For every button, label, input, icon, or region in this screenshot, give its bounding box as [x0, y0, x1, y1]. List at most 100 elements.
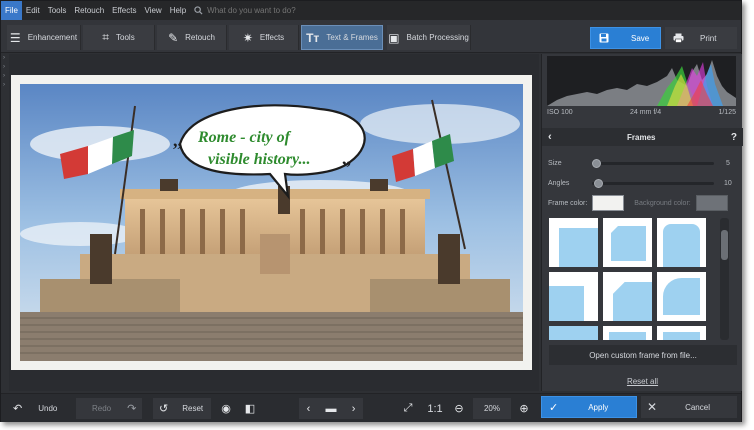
reset-all-link[interactable]: Reset all [542, 377, 743, 386]
zoom-in-button[interactable]: ⊕ [516, 398, 532, 419]
photo-frame: ,, ,, Rome - city of visible history... [11, 75, 532, 370]
apply-label: Apply [588, 402, 609, 412]
close-icon: ✕ [647, 400, 658, 414]
caption-line-2: visible history... [208, 151, 311, 168]
tab-retouch[interactable]: ✎ Retouch [157, 25, 227, 50]
caption-line-1: Rome - city of [197, 129, 292, 146]
tab-enhancement[interactable]: ☰ Enhancement [7, 25, 81, 50]
text-icon: Tт [306, 30, 320, 45]
actual-size-button[interactable]: 1:1 [425, 398, 445, 419]
frames-scrollbar-thumb[interactable] [721, 230, 728, 260]
iso-value: ISO 100 [547, 109, 573, 116]
sparkle-icon: ✷ [242, 30, 253, 45]
back-arrow-icon[interactable]: ‹ [548, 131, 552, 143]
menu-tools[interactable]: Tools [44, 1, 71, 20]
preview-button[interactable]: ◉ [217, 398, 235, 419]
open-custom-frame-button[interactable]: Open custom frame from file... [549, 345, 737, 365]
folder-icon[interactable]: ▬ [326, 403, 337, 415]
menu-retouch[interactable]: Retouch [70, 1, 108, 20]
frame-thumbnail[interactable] [603, 272, 652, 321]
tab-text-frames[interactable]: Tт Text & Frames [301, 25, 383, 50]
tab-batch-processing-label: Batch Processing [406, 33, 469, 42]
apply-button[interactable]: ✓ Apply [541, 396, 637, 418]
frame-color-label: Frame color: [548, 199, 588, 207]
zoom-in-icon: ⊕ [519, 403, 529, 415]
undo-button[interactable]: ↶ Undo [7, 398, 73, 419]
frame-thumbnail[interactable] [549, 326, 598, 340]
frame-thumbnail[interactable] [603, 326, 652, 340]
menu-file[interactable]: File [1, 1, 22, 20]
menu-search [194, 6, 328, 15]
frame-thumbnail[interactable] [549, 272, 598, 321]
reset-label: Reset [182, 404, 204, 413]
angles-slider[interactable] [592, 178, 714, 188]
frames-gallery [549, 218, 706, 340]
photo-image: ,, ,, Rome - city of visible history... [20, 84, 523, 361]
redo-label: Redo [92, 404, 112, 413]
tab-effects[interactable]: ✷ Effects [229, 25, 299, 50]
zoom-out-icon: ⊖ [454, 403, 464, 415]
help-icon[interactable]: ? [731, 132, 737, 143]
print-label: Print [700, 33, 717, 43]
search-input[interactable] [207, 6, 328, 15]
check-icon: ✓ [549, 401, 559, 414]
save-button[interactable]: Save [590, 27, 661, 49]
tab-batch-processing[interactable]: ▣ Batch Processing [387, 25, 471, 50]
size-slider[interactable] [592, 158, 714, 168]
right-panel: ISO 100 24 mm f/4 1/125 ‹ Frames ? Size … [541, 54, 743, 391]
compare-icon: ◧ [244, 403, 256, 415]
search-icon [194, 6, 203, 15]
angles-slider-row: Angles 10 [548, 177, 732, 189]
size-label: Size [548, 159, 562, 167]
zoom-level[interactable]: 20% [473, 398, 511, 419]
zoom-out-button[interactable]: ⊖ [451, 398, 467, 419]
image-canvas[interactable]: ,, ,, Rome - city of visible history... [9, 54, 539, 391]
brush-icon: ✎ [168, 30, 179, 45]
size-value: 5 [726, 159, 730, 167]
cancel-button[interactable]: ✕ Cancel [641, 396, 737, 418]
frame-thumbnail[interactable] [657, 326, 706, 340]
tab-effects-label: Effects [259, 33, 285, 42]
tab-tools[interactable]: ⌗ Tools [83, 25, 155, 50]
size-slider-thumb[interactable] [592, 158, 601, 168]
frame-thumbnail[interactable] [657, 218, 706, 267]
next-image-icon[interactable]: › [352, 403, 356, 415]
file-navigation: ‹ ▬ › [299, 398, 363, 419]
menu-help[interactable]: Help [166, 1, 190, 20]
floppy-icon [599, 33, 609, 43]
angles-label: Angles [548, 179, 570, 187]
background-color-swatch[interactable] [695, 195, 728, 211]
menu-effects[interactable]: Effects [108, 1, 140, 20]
sliders-icon: ☰ [9, 30, 21, 45]
frame-color-swatch[interactable] [592, 195, 625, 211]
tab-enhancement-label: Enhancement [27, 33, 78, 42]
menu-view[interactable]: View [140, 1, 165, 20]
reset-button[interactable]: ↺ Reset [153, 398, 211, 419]
fit-to-screen-button[interactable]: ⤢ [399, 398, 417, 419]
background-color-label: Background color: [634, 199, 691, 207]
prev-image-icon[interactable]: ‹ [307, 403, 311, 415]
histogram-graph [547, 60, 736, 106]
undo-icon: ↶ [13, 403, 23, 415]
tab-tools-label: Tools [116, 33, 135, 42]
frames-panel-header: ‹ Frames ? [542, 128, 743, 146]
compare-button[interactable]: ◧ [241, 398, 259, 419]
frames-scrollbar[interactable] [720, 218, 729, 340]
histogram [547, 56, 736, 106]
reset-icon: ↺ [159, 403, 169, 415]
angles-slider-thumb[interactable] [594, 178, 603, 188]
print-button[interactable]: Print [665, 27, 737, 49]
menu-edit[interactable]: Edit [22, 1, 44, 20]
svg-text:,,: ,, [173, 130, 182, 150]
photo-info: ISO 100 24 mm f/4 1/125 [547, 109, 736, 116]
frame-thumbnail[interactable] [549, 218, 598, 267]
crop-icon: ⌗ [102, 30, 110, 44]
color-row: Frame color: Background color: [548, 195, 738, 211]
size-slider-row: Size 5 [548, 157, 730, 169]
frame-thumbnail[interactable] [657, 272, 706, 321]
eye-icon: ◉ [221, 403, 231, 415]
redo-button[interactable]: Redo ↷ [76, 398, 142, 419]
frame-thumbnail[interactable] [603, 218, 652, 267]
undo-label: Undo [38, 404, 58, 413]
photo-scene: ,, ,, Rome - city of visible history... [20, 84, 523, 361]
